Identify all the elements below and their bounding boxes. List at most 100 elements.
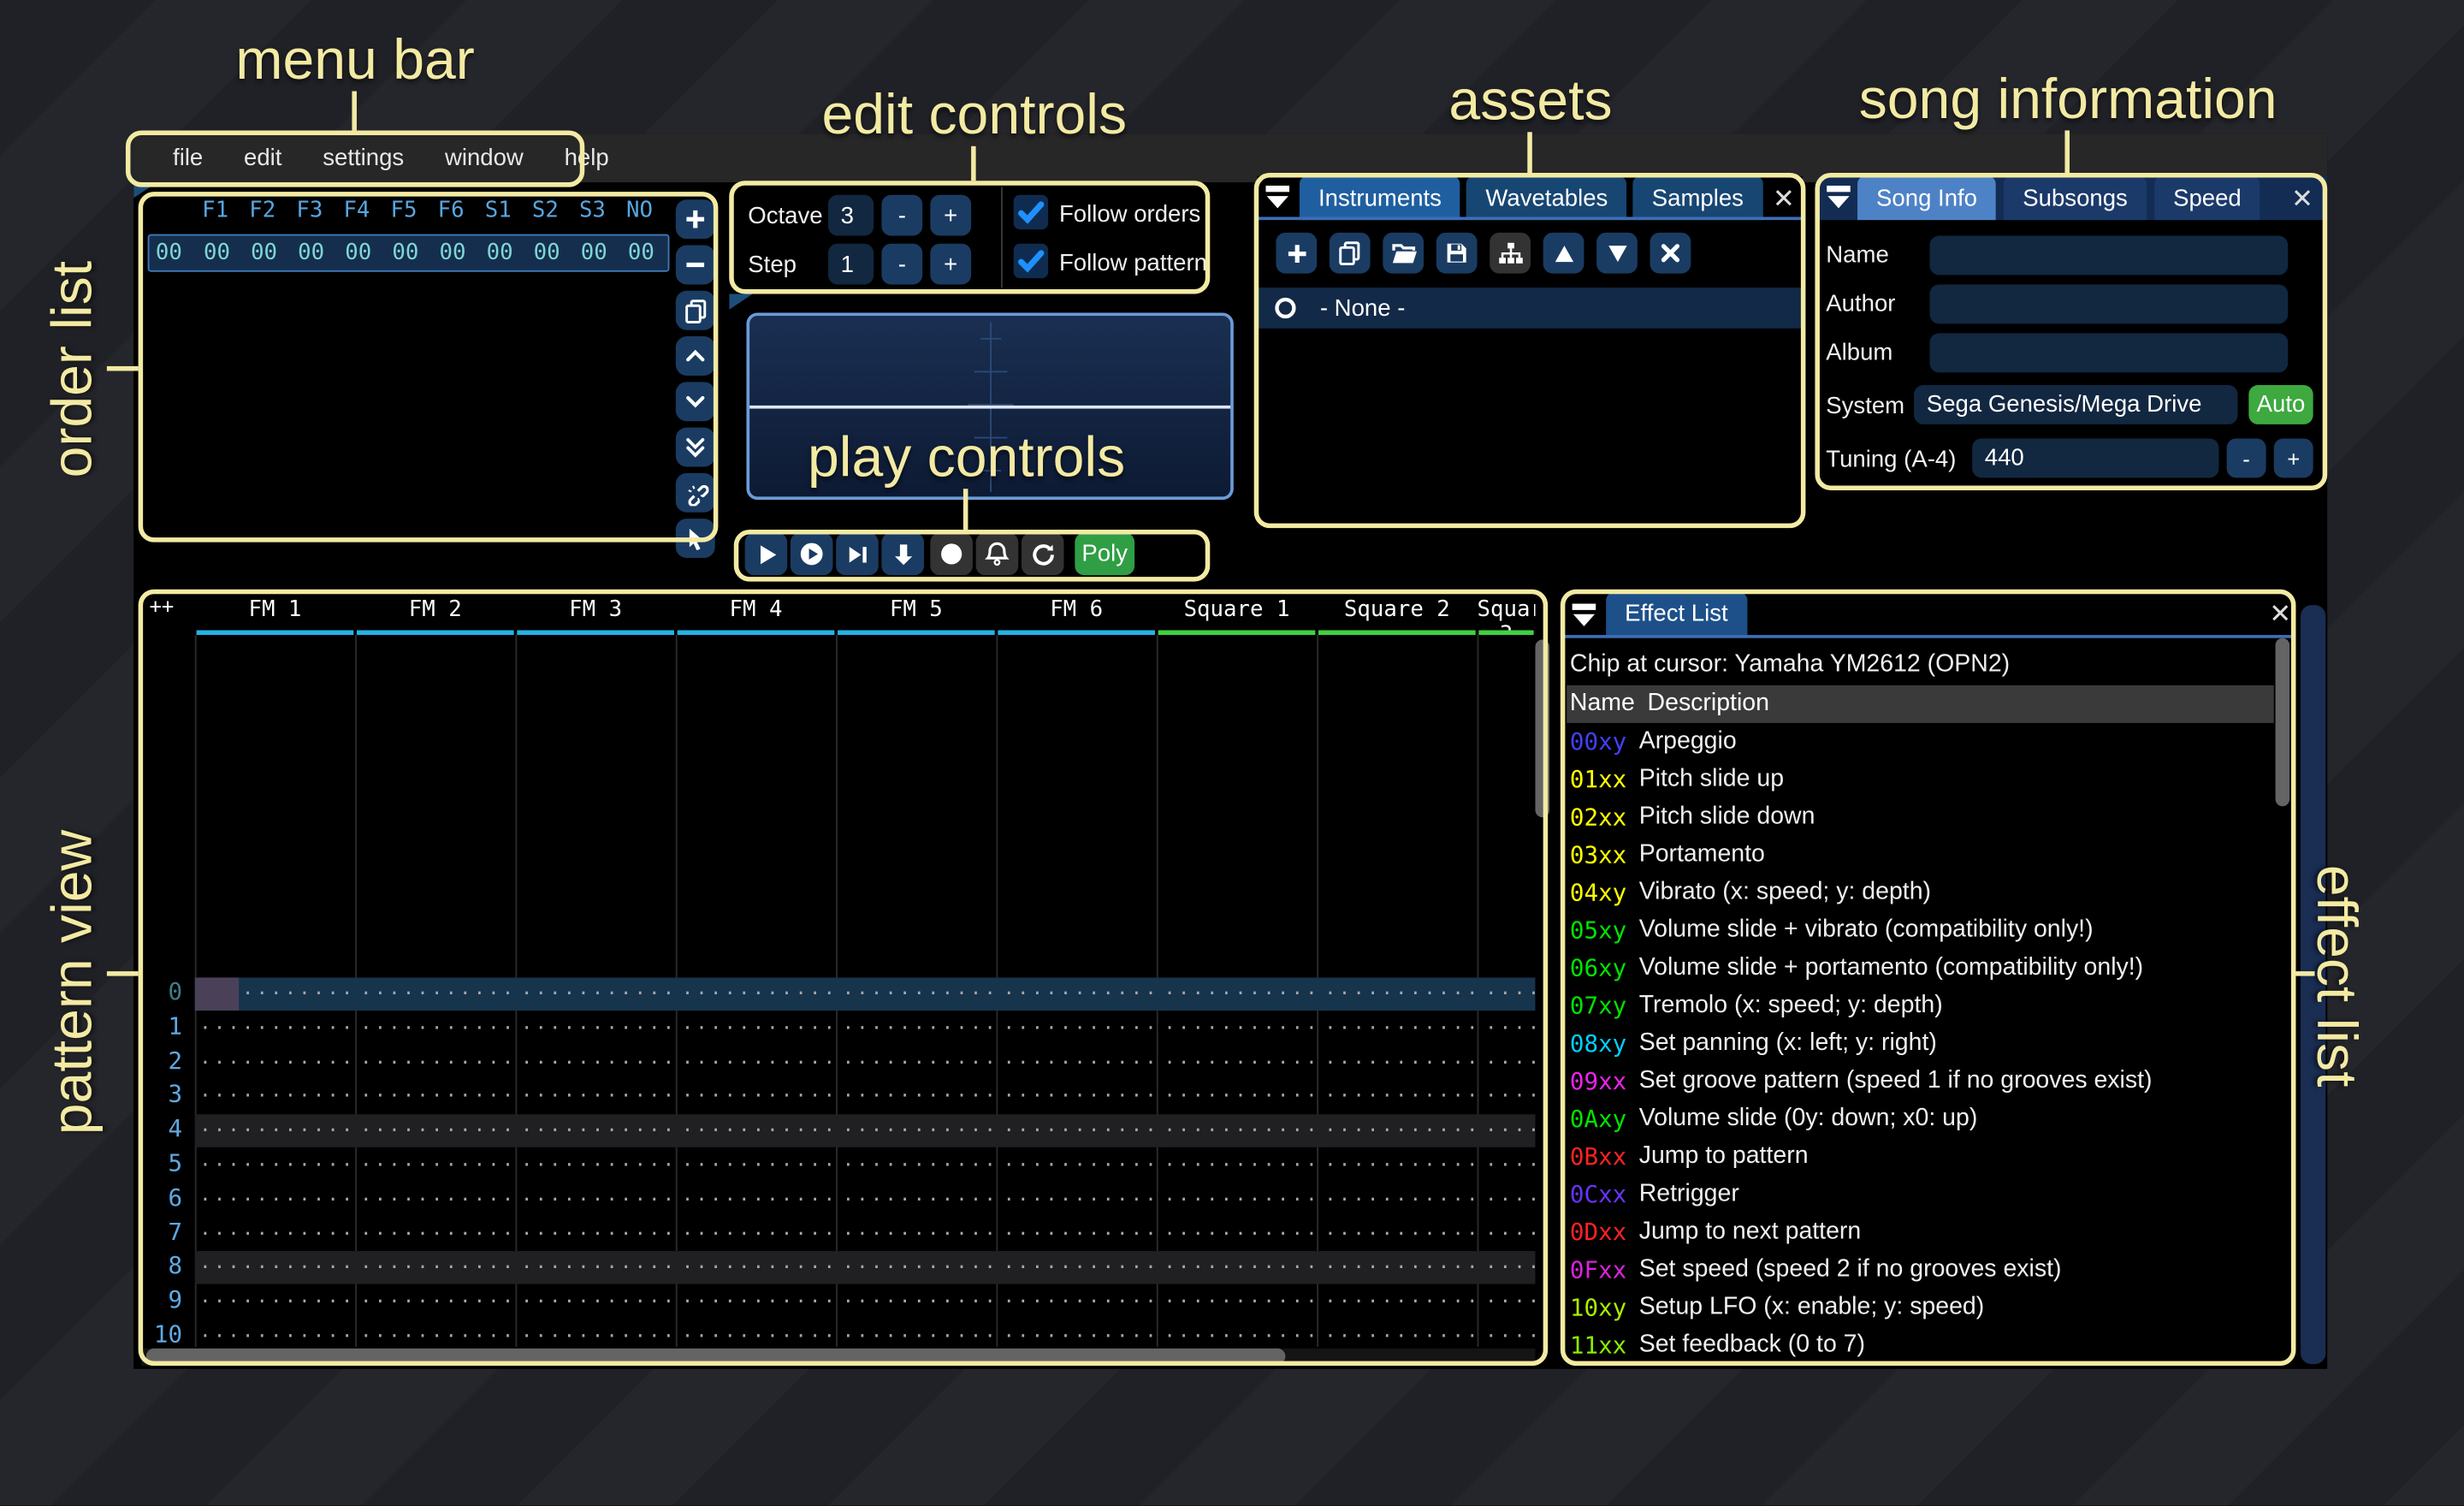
pattern-cell[interactable]: ··········· <box>195 1251 356 1284</box>
effect-row[interactable]: 03xx Portamento <box>1567 836 2274 874</box>
pattern-cell[interactable]: ··········· <box>356 1114 517 1147</box>
pattern-cursor-cell[interactable] <box>194 977 240 1011</box>
pattern-corner-button[interactable]: ++ <box>149 596 174 620</box>
effect-row[interactable]: 07xy Tremolo (x: speed; y: depth) <box>1567 987 2274 1024</box>
pattern-cell[interactable]: ··········· <box>838 977 998 1011</box>
order-move-down-button[interactable] <box>675 382 715 422</box>
pattern-cell[interactable]: ··········· <box>195 1080 356 1113</box>
order-channel-header[interactable]: S1 <box>475 198 522 222</box>
tab-samples[interactable]: Samples <box>1632 175 1762 221</box>
collapse-icon[interactable] <box>1262 181 1294 212</box>
pattern-cell[interactable]: ··········· <box>356 1218 517 1251</box>
duplicate-asset-button[interactable] <box>1329 232 1371 274</box>
pattern-cell[interactable]: ··········· <box>1481 1149 1535 1183</box>
follow-pattern-checkbox[interactable] <box>1013 243 1049 279</box>
effect-row[interactable]: 0Dxx Jump to next pattern <box>1567 1213 2274 1251</box>
auto-system-button[interactable]: Auto <box>2248 384 2313 424</box>
pattern-cell[interactable]: ··········· <box>356 1285 517 1319</box>
pattern-row-cells[interactable]: ··········· ··········· ··········· ·······… <box>195 1012 1535 1046</box>
name-field[interactable] <box>1929 235 2289 276</box>
follow-orders-checkbox[interactable] <box>1013 194 1049 230</box>
poly-mono-toggle[interactable]: Poly <box>1075 532 1135 576</box>
author-field[interactable] <box>1929 284 2289 324</box>
pattern-cell[interactable]: ··········· <box>516 1046 677 1080</box>
pattern-cell[interactable]: ··········· <box>677 977 838 1011</box>
pattern-cell[interactable]: ··········· <box>1481 1183 1535 1217</box>
pattern-cell[interactable]: ··········· <box>677 1183 838 1217</box>
pattern-cell[interactable]: ··········· <box>998 977 1159 1011</box>
pattern-cell[interactable]: ··········· <box>677 1251 838 1284</box>
pattern-cell[interactable]: ··········· <box>195 1149 356 1183</box>
effect-row[interactable]: 09xx Set groove pattern (speed 1 if no gr… <box>1567 1063 2274 1100</box>
effect-list-header-row[interactable]: Name Description <box>1567 685 2274 723</box>
pattern-row-cells[interactable]: ··········· ··········· ··········· ·······… <box>195 1149 1535 1183</box>
pattern-hscrollbar[interactable] <box>145 1348 1286 1365</box>
pattern-cell[interactable]: ··········· <box>195 1114 356 1147</box>
effect-row[interactable]: 00xy Arpeggio <box>1567 723 2274 761</box>
order-channel-header[interactable]: F6 <box>428 198 475 222</box>
octave-plus-button[interactable]: + <box>930 194 972 236</box>
step-value[interactable]: 1 <box>827 243 874 285</box>
pattern-cell[interactable]: ··········· <box>838 1251 998 1284</box>
order-select-button[interactable] <box>675 519 715 559</box>
effect-row[interactable]: 05xy Volume slide + vibrato (compatibilit… <box>1567 911 2274 949</box>
pattern-cell[interactable]: ··········· <box>516 1183 677 1217</box>
menu-item-settings[interactable]: settings <box>302 145 424 171</box>
pattern-cell[interactable]: ··········· <box>1481 1218 1535 1251</box>
pattern-cell[interactable]: ··········· <box>1159 1012 1320 1046</box>
tab-speed[interactable]: Speed <box>2154 175 2260 221</box>
effect-row[interactable]: 0Axy Volume slide (0y: down; x0: up) <box>1567 1100 2274 1138</box>
open-asset-button[interactable] <box>1383 232 1424 274</box>
pattern-cell[interactable]: ··········· <box>677 1218 838 1251</box>
channel-header-square-1[interactable]: Square 1 <box>1157 597 1317 631</box>
pattern-cell[interactable]: ··········· <box>516 1114 677 1147</box>
pattern-cell[interactable]: ··········· <box>998 1012 1159 1046</box>
metronome-icon[interactable] <box>975 532 1019 576</box>
effect-row[interactable]: 10xy Setup LFO (x: enable; y: speed) <box>1567 1289 2274 1326</box>
order-cell[interactable]: 00 <box>524 240 571 265</box>
pattern-row-cells[interactable]: ··········· ··········· ··········· ·······… <box>195 1046 1535 1080</box>
pattern-cell[interactable]: ··········· <box>195 1012 356 1046</box>
close-icon[interactable]: ✕ <box>2269 601 2291 627</box>
pattern-row-cells[interactable]: ··········· ··········· ··········· ·······… <box>195 1183 1535 1217</box>
pattern-cell[interactable]: ··········· <box>1159 1285 1320 1319</box>
pattern-row-cells[interactable]: ··········· ··········· ··········· ·······… <box>195 1218 1535 1251</box>
stop-button[interactable] <box>930 532 973 576</box>
pattern-cell[interactable]: ··········· <box>195 1046 356 1080</box>
pattern-cell[interactable]: ··········· <box>356 977 517 1011</box>
pattern-row-cells[interactable]: ··········· ··········· ··········· ·······… <box>195 977 1535 1011</box>
pattern-cell[interactable]: ··········· <box>998 1080 1159 1113</box>
channel-header-fm-3[interactable]: FM 3 <box>515 597 675 631</box>
order-channel-header[interactable]: F2 <box>239 198 286 222</box>
step-minus-button[interactable]: - <box>881 243 923 285</box>
order-cell[interactable]: 00 <box>571 240 618 265</box>
order-channel-header[interactable]: F3 <box>286 198 333 222</box>
pattern-row-cells[interactable]: ··········· ··········· ··········· ·······… <box>195 1114 1535 1147</box>
tuning-minus-button[interactable]: - <box>2226 438 2266 478</box>
pattern-cell[interactable]: ··········· <box>1159 1114 1320 1147</box>
pattern-cell[interactable]: ··········· <box>998 1251 1159 1284</box>
order-channel-header[interactable]: F5 <box>380 198 427 222</box>
pattern-cell[interactable]: ··········· <box>1481 1114 1535 1147</box>
tuning-input[interactable]: 440 <box>1972 438 2219 478</box>
order-cell[interactable]: 00 <box>618 240 665 265</box>
pattern-cell[interactable]: ··········· <box>516 977 677 1011</box>
pattern-cell[interactable]: ··········· <box>1320 1183 1481 1217</box>
pattern-cell[interactable]: ··········· <box>356 1046 517 1080</box>
tab-song-info[interactable]: Song Info <box>1857 175 1997 221</box>
pattern-cell[interactable]: ··········· <box>1320 1285 1481 1319</box>
channel-header-square-3[interactable]: Square 3 <box>1478 597 1536 631</box>
move-asset-down-button[interactable] <box>1596 232 1638 274</box>
pattern-row-cells[interactable]: ··········· ··········· ··········· ·······… <box>195 1285 1535 1319</box>
menu-item-window[interactable]: window <box>424 145 544 171</box>
pattern-cell[interactable]: ··········· <box>838 1285 998 1319</box>
pattern-cell[interactable]: ··········· <box>1481 1285 1535 1319</box>
tab-subsongs[interactable]: Subsongs <box>2004 175 2147 221</box>
pattern-cell[interactable]: ··········· <box>356 1012 517 1046</box>
effect-row[interactable]: 01xx Pitch slide up <box>1567 761 2274 798</box>
effect-row[interactable]: 0Fxx Set speed (speed 2 if no grooves exi… <box>1567 1251 2274 1289</box>
repeat-pattern-button[interactable] <box>1021 532 1064 576</box>
pattern-cell[interactable]: ··········· <box>356 1149 517 1183</box>
pattern-cell[interactable]: ··········· <box>195 1285 356 1319</box>
step-plus-button[interactable]: + <box>930 243 972 285</box>
